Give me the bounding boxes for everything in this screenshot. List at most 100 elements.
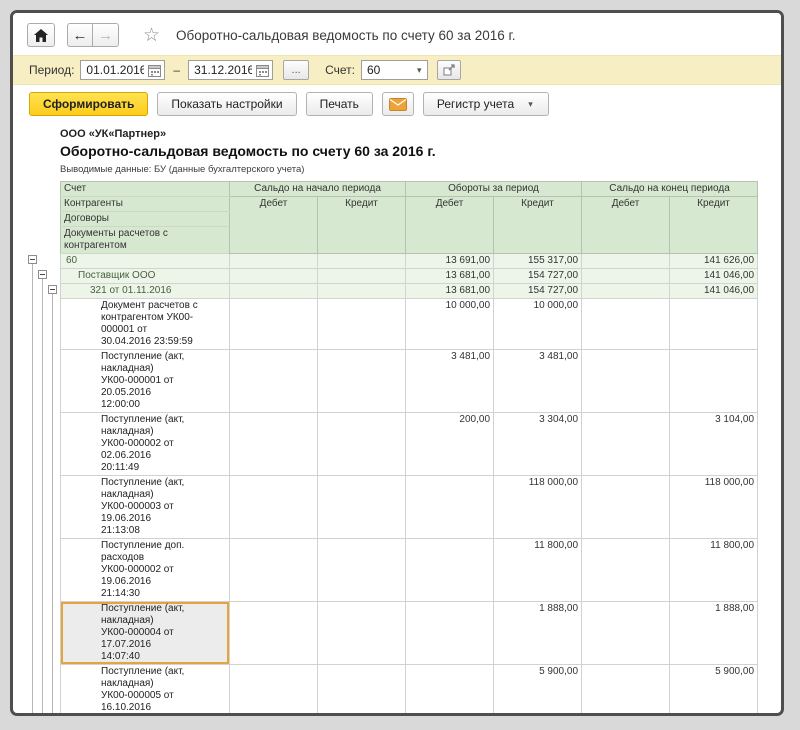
value-cell[interactable]: 1 888,00: [494, 602, 582, 665]
value-cell[interactable]: [230, 299, 318, 350]
value-cell[interactable]: [582, 350, 670, 413]
detail-row[interactable]: Документ расчетов с контрагентом УК00-00…: [61, 299, 758, 350]
home-button[interactable]: [27, 23, 55, 47]
row-label-cell[interactable]: Поступление (акт, накладная) УК00-000002…: [61, 413, 230, 476]
collapse-group-button[interactable]: [28, 255, 37, 264]
value-cell[interactable]: [582, 284, 670, 299]
value-cell[interactable]: [582, 299, 670, 350]
value-cell[interactable]: 3 104,00: [670, 413, 758, 476]
value-cell[interactable]: [582, 539, 670, 602]
value-cell[interactable]: [582, 413, 670, 476]
value-cell[interactable]: 3 481,00: [494, 350, 582, 413]
value-cell[interactable]: [406, 602, 494, 665]
value-cell[interactable]: 1 888,00: [670, 602, 758, 665]
value-cell[interactable]: 118 000,00: [494, 476, 582, 539]
forward-button[interactable]: →: [93, 23, 119, 47]
value-cell[interactable]: 154 727,00: [494, 269, 582, 284]
value-cell[interactable]: [318, 299, 406, 350]
detail-row[interactable]: Поступление (акт, накладная) УК00-000002…: [61, 413, 758, 476]
value-cell[interactable]: [582, 476, 670, 539]
value-cell[interactable]: [318, 476, 406, 539]
period-to-input[interactable]: [192, 62, 254, 78]
value-cell[interactable]: [582, 602, 670, 665]
value-cell[interactable]: [230, 665, 318, 717]
send-email-button[interactable]: [382, 92, 414, 116]
period-more-button[interactable]: ...: [283, 60, 309, 80]
calendar-icon[interactable]: [148, 64, 161, 77]
value-cell[interactable]: 118 000,00: [670, 476, 758, 539]
value-cell[interactable]: [318, 269, 406, 284]
print-button[interactable]: Печать: [306, 92, 373, 116]
row-label-cell[interactable]: 60: [61, 254, 230, 269]
generate-button[interactable]: Сформировать: [29, 92, 148, 116]
value-cell[interactable]: 141 046,00: [670, 269, 758, 284]
value-cell[interactable]: 10 000,00: [406, 299, 494, 350]
group-row[interactable]: Поставщик ООО 13 681,00154 727,00 141 046,…: [61, 269, 758, 284]
selected-cell[interactable]: Поступление (акт, накладная) УК00-000004…: [61, 602, 230, 665]
group-row[interactable]: 321 от 01.11.2016 13 681,00154 727,00 141 …: [61, 284, 758, 299]
detail-row[interactable]: Поступление доп. расходов УК00-000002 от…: [61, 539, 758, 602]
value-cell[interactable]: [230, 602, 318, 665]
value-cell[interactable]: [670, 299, 758, 350]
value-cell[interactable]: [406, 665, 494, 717]
value-cell[interactable]: [230, 254, 318, 269]
value-cell[interactable]: [230, 350, 318, 413]
value-cell[interactable]: [406, 539, 494, 602]
value-cell[interactable]: 141 626,00: [670, 254, 758, 269]
value-cell[interactable]: [318, 665, 406, 717]
account-input[interactable]: [365, 62, 415, 78]
collapse-group-button[interactable]: [38, 270, 47, 279]
value-cell[interactable]: [230, 539, 318, 602]
calendar-icon[interactable]: [256, 64, 269, 77]
star-icon[interactable]: ☆: [143, 26, 160, 45]
value-cell[interactable]: 10 000,00: [494, 299, 582, 350]
value-cell[interactable]: 200,00: [406, 413, 494, 476]
value-cell[interactable]: [318, 413, 406, 476]
row-label-cell[interactable]: 321 от 01.11.2016: [61, 284, 230, 299]
value-cell[interactable]: [582, 254, 670, 269]
value-cell[interactable]: [582, 269, 670, 284]
row-label-cell[interactable]: Поступление (акт, накладная) УК00-000001…: [61, 350, 230, 413]
period-from-input[interactable]: [84, 62, 146, 78]
value-cell[interactable]: 13 681,00: [406, 269, 494, 284]
row-label-cell[interactable]: Документ расчетов с контрагентом УК00-00…: [61, 299, 230, 350]
value-cell[interactable]: 3 481,00: [406, 350, 494, 413]
detail-row[interactable]: Поступление (акт, накладная) УК00-000003…: [61, 476, 758, 539]
value-cell[interactable]: [230, 413, 318, 476]
value-cell[interactable]: 13 691,00: [406, 254, 494, 269]
value-cell[interactable]: 3 304,00: [494, 413, 582, 476]
detail-row[interactable]: Поступление (акт, накладная) УК00-000001…: [61, 350, 758, 413]
back-button[interactable]: ←: [67, 23, 93, 47]
register-menu-button[interactable]: Регистр учета ▾: [423, 92, 549, 116]
value-cell[interactable]: [318, 350, 406, 413]
value-cell[interactable]: 13 681,00: [406, 284, 494, 299]
row-label-cell[interactable]: Поступление (акт, накладная) УК00-000003…: [61, 476, 230, 539]
value-cell[interactable]: [318, 602, 406, 665]
settings-button[interactable]: Показать настройки: [157, 92, 296, 116]
value-cell[interactable]: [406, 476, 494, 539]
row-label-cell[interactable]: Поставщик ООО: [61, 269, 230, 284]
value-cell[interactable]: 155 317,00: [494, 254, 582, 269]
detail-row[interactable]: Поступление (акт, накладная) УК00-000004…: [61, 602, 758, 665]
value-cell[interactable]: [582, 665, 670, 717]
value-cell[interactable]: 141 046,00: [670, 284, 758, 299]
detail-row[interactable]: Поступление (акт, накладная) УК00-000005…: [61, 665, 758, 717]
row-label-cell[interactable]: Поступление доп. расходов УК00-000002 от…: [61, 539, 230, 602]
value-cell[interactable]: [318, 284, 406, 299]
value-cell[interactable]: 5 900,00: [670, 665, 758, 717]
value-cell[interactable]: 154 727,00: [494, 284, 582, 299]
group-row[interactable]: 60 13 691,00155 317,00 141 626,00: [61, 254, 758, 269]
value-cell[interactable]: [670, 350, 758, 413]
row-label-cell[interactable]: Поступление (акт, накладная) УК00-000005…: [61, 665, 230, 717]
value-cell[interactable]: [318, 254, 406, 269]
chevron-down-icon[interactable]: ▾: [415, 65, 424, 76]
value-cell[interactable]: [230, 284, 318, 299]
value-cell[interactable]: [230, 269, 318, 284]
value-cell[interactable]: 11 800,00: [670, 539, 758, 602]
value-cell[interactable]: [230, 476, 318, 539]
collapse-group-button[interactable]: [48, 285, 57, 294]
account-select-button[interactable]: [437, 60, 461, 80]
value-cell[interactable]: [318, 539, 406, 602]
value-cell[interactable]: 5 900,00: [494, 665, 582, 717]
value-cell[interactable]: 11 800,00: [494, 539, 582, 602]
